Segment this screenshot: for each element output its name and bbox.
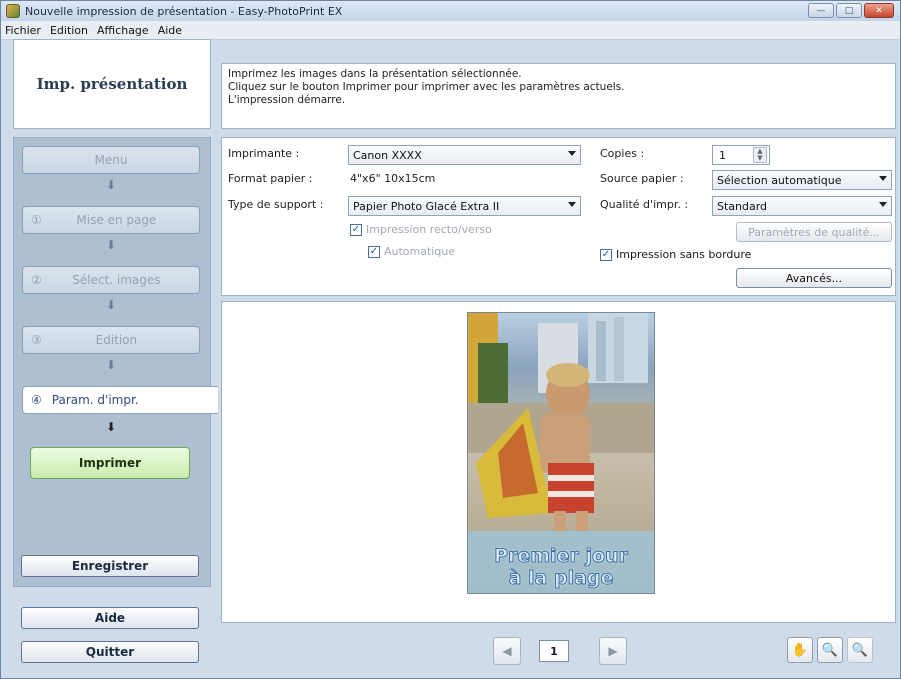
menu-file[interactable]: Fichier <box>5 24 41 37</box>
borderless-label: Impression sans bordure <box>616 248 752 261</box>
photo-caption: Premier jour à la plage <box>468 545 654 590</box>
print-settings-panel: Imprimante : Canon XXXX Format papier : … <box>221 137 896 296</box>
quality-select[interactable]: Standard <box>712 196 892 216</box>
menu-edit[interactable]: Edition <box>50 24 88 37</box>
paper-size-label: Format papier : <box>228 172 313 185</box>
window-title: Nouvelle impression de présentation - Ea… <box>25 4 343 18</box>
step-select-images[interactable]: ② Sélect. images <box>22 266 200 294</box>
copies-label: Copies : <box>600 147 645 160</box>
step-number: ④ <box>31 393 42 407</box>
media-type-value: Papier Photo Glacé Extra II <box>353 199 500 213</box>
checkmark-icon: ✓ <box>350 223 362 236</box>
step-label: Param. d'impr. <box>51 393 139 407</box>
borderless-checkbox[interactable]: ✓ Impression sans bordure <box>600 248 751 261</box>
instructions-box: Imprimez les images dans la présentation… <box>221 63 896 129</box>
close-button[interactable]: ✕ <box>864 3 894 18</box>
down-arrow-icon: ⬇ <box>105 358 117 372</box>
instruction-line: Imprimez les images dans la présentation… <box>228 68 522 80</box>
printer-label: Imprimante : <box>228 147 300 160</box>
instruction-line: L'impression démarre. <box>228 94 346 106</box>
previous-page-button[interactable]: ◀ <box>493 637 521 665</box>
zoom-in-button[interactable]: 🔍 <box>817 637 843 663</box>
app-window: Nouvelle impression de présentation - Ea… <box>0 0 901 679</box>
save-button[interactable]: Enregistrer <box>21 555 199 577</box>
chevron-down-icon <box>879 176 887 181</box>
checkmark-icon: ✓ <box>368 245 380 258</box>
down-arrow-icon: ⬇ <box>105 298 117 312</box>
zoom-in-icon: 🔍 <box>821 642 839 658</box>
down-arrow-icon: ⬇ <box>105 420 117 434</box>
next-page-button[interactable]: ▶ <box>599 637 627 665</box>
media-type-select[interactable]: Papier Photo Glacé Extra II <box>348 196 581 216</box>
checkmark-icon: ✓ <box>600 248 612 261</box>
title-bar: Nouvelle impression de présentation - Ea… <box>1 1 900 21</box>
menu-help[interactable]: Aide <box>158 24 182 37</box>
step-edit[interactable]: ③ Edition <box>22 326 200 354</box>
step-layout[interactable]: ① Mise en page <box>22 206 200 234</box>
printer-select[interactable]: Canon XXXX <box>348 145 581 165</box>
printer-value: Canon XXXX <box>353 148 422 162</box>
advanced-button[interactable]: Avancés... <box>736 268 892 288</box>
chevron-down-icon <box>568 151 576 156</box>
media-type-label: Type de support : <box>228 198 324 211</box>
page-number: 1 <box>539 640 569 662</box>
window-controls: — □ ✕ <box>808 3 894 18</box>
step-label: Mise en page <box>76 213 157 227</box>
sidebar-header: Imp. présentation <box>13 39 211 129</box>
copies-value: 1 <box>719 148 726 162</box>
print-preview: Premier jour à la plage <box>221 301 896 623</box>
step-label: Edition <box>95 333 138 347</box>
paper-source-label: Source papier : <box>600 172 684 185</box>
step-number: ② <box>31 273 42 287</box>
step-menu[interactable]: Menu <box>22 146 200 174</box>
down-arrow-icon: ⬇ <box>105 178 117 192</box>
quality-settings-button[interactable]: Paramètres de qualité... <box>736 222 892 242</box>
help-button[interactable]: Aide <box>21 607 199 629</box>
preview-toolbar: ◀ 1 ▶ ✋ 🔍 🔍 <box>221 625 896 675</box>
down-arrow-icon: ⬇ <box>105 238 117 252</box>
menu-view[interactable]: Affichage <box>97 24 149 37</box>
menu-bar: Fichier Edition Affichage Aide <box>1 21 900 40</box>
chevron-down-icon <box>568 202 576 207</box>
arrow-right-icon: ▶ <box>608 644 618 658</box>
hand-tool-button[interactable]: ✋ <box>787 637 813 663</box>
auto-label: Automatique <box>384 245 456 258</box>
hand-icon: ✋ <box>791 642 809 658</box>
auto-checkbox[interactable]: ✓ Automatique <box>368 245 455 258</box>
step-label: Menu <box>94 153 128 167</box>
paper-size-value: 4"x6" 10x15cm <box>350 172 436 185</box>
copies-stepper[interactable]: 1 ▲ ▼ <box>712 145 770 165</box>
duplex-checkbox[interactable]: ✓ Impression recto/verso <box>350 223 492 236</box>
print-button[interactable]: Imprimer <box>30 447 190 479</box>
app-icon <box>6 4 20 18</box>
arrow-left-icon: ◀ <box>502 644 512 658</box>
caption-line: Premier jour <box>494 545 629 568</box>
paper-source-select[interactable]: Sélection automatique <box>712 170 892 190</box>
quit-button[interactable]: Quitter <box>21 641 199 663</box>
step-number: ③ <box>31 333 42 347</box>
minimize-button[interactable]: — <box>808 3 834 18</box>
spin-arrows-icon[interactable]: ▲ ▼ <box>753 147 767 163</box>
preview-photo: Premier jour à la plage <box>467 312 655 594</box>
zoom-out-button[interactable]: 🔍 <box>847 637 873 663</box>
steps-panel: Menu ⬇ ① Mise en page ⬇ ② Sélect. images… <box>13 137 218 587</box>
instruction-line: Cliquez sur le bouton Imprimer pour impr… <box>228 81 625 93</box>
quality-label: Qualité d'impr. : <box>600 198 689 211</box>
caption-line: à la plage <box>508 567 614 590</box>
step-number: ① <box>31 213 42 227</box>
maximize-button[interactable]: □ <box>836 3 862 18</box>
quality-value: Standard <box>717 199 768 213</box>
duplex-label: Impression recto/verso <box>366 223 492 236</box>
chevron-down-icon <box>879 202 887 207</box>
paper-source-value: Sélection automatique <box>717 173 842 187</box>
step-label: Sélect. images <box>72 273 161 287</box>
step-print-settings[interactable]: ④ Param. d'impr. <box>22 386 218 414</box>
zoom-out-icon: 🔍 <box>851 642 869 658</box>
